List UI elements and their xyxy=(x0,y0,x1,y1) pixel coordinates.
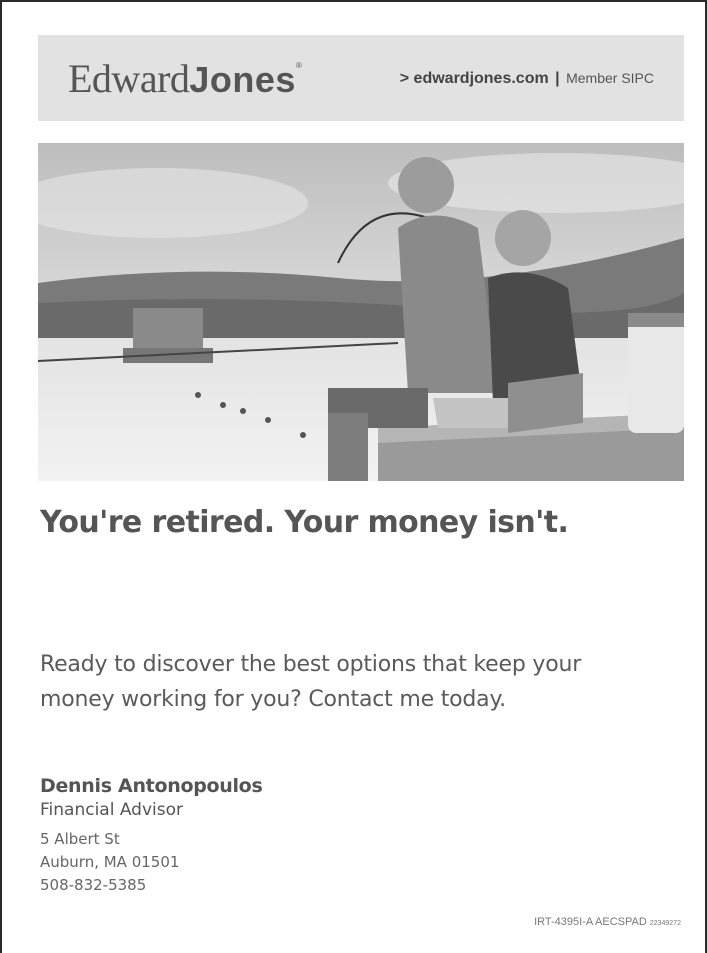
advisor-contact: Dennis Antonopoulos Financial Advisor 5 … xyxy=(40,774,263,897)
advisor-name: Dennis Antonopoulos xyxy=(40,775,263,797)
member-sipc-text: Member SIPC xyxy=(566,70,654,86)
link-prefix: > xyxy=(399,70,414,87)
logo-edward-text: Edward xyxy=(68,56,190,101)
body-line-1: Ready to discover the best options that … xyxy=(40,652,582,677)
link-separator: | xyxy=(550,70,565,87)
advisor-title: Financial Advisor xyxy=(40,800,183,820)
footer-code: IRT-4395I-A AECSPAD 22349272 xyxy=(534,916,681,928)
headline: You're retired. Your money isn't. xyxy=(40,505,569,540)
advisor-phone[interactable]: 508-832-5385 xyxy=(40,874,262,897)
logo-jones-text: Jones xyxy=(189,59,296,100)
body-line-2: money working for you? Contact me today. xyxy=(40,687,506,712)
advisor-street: 5 Albert St xyxy=(40,830,120,848)
registered-mark: ® xyxy=(295,61,302,70)
link-url[interactable]: edwardjones.com xyxy=(414,70,549,87)
advisor-city: Auburn, MA 01501 xyxy=(40,853,180,871)
header-bar: EdwardJones® > edwardjones.com | Member … xyxy=(38,35,684,121)
fishing-scene-image xyxy=(38,143,684,481)
body-copy: Ready to discover the best options that … xyxy=(40,647,660,717)
footer-code-main: IRT-4395I-A AECSPAD xyxy=(534,916,650,928)
footer-code-small: 22349272 xyxy=(649,920,681,927)
hero-photo xyxy=(38,143,684,481)
edward-jones-logo[interactable]: EdwardJones® xyxy=(68,55,302,102)
website-link[interactable]: > edwardjones.com | Member SIPC xyxy=(400,70,654,88)
advertisement: EdwardJones® > edwardjones.com | Member … xyxy=(0,0,707,953)
